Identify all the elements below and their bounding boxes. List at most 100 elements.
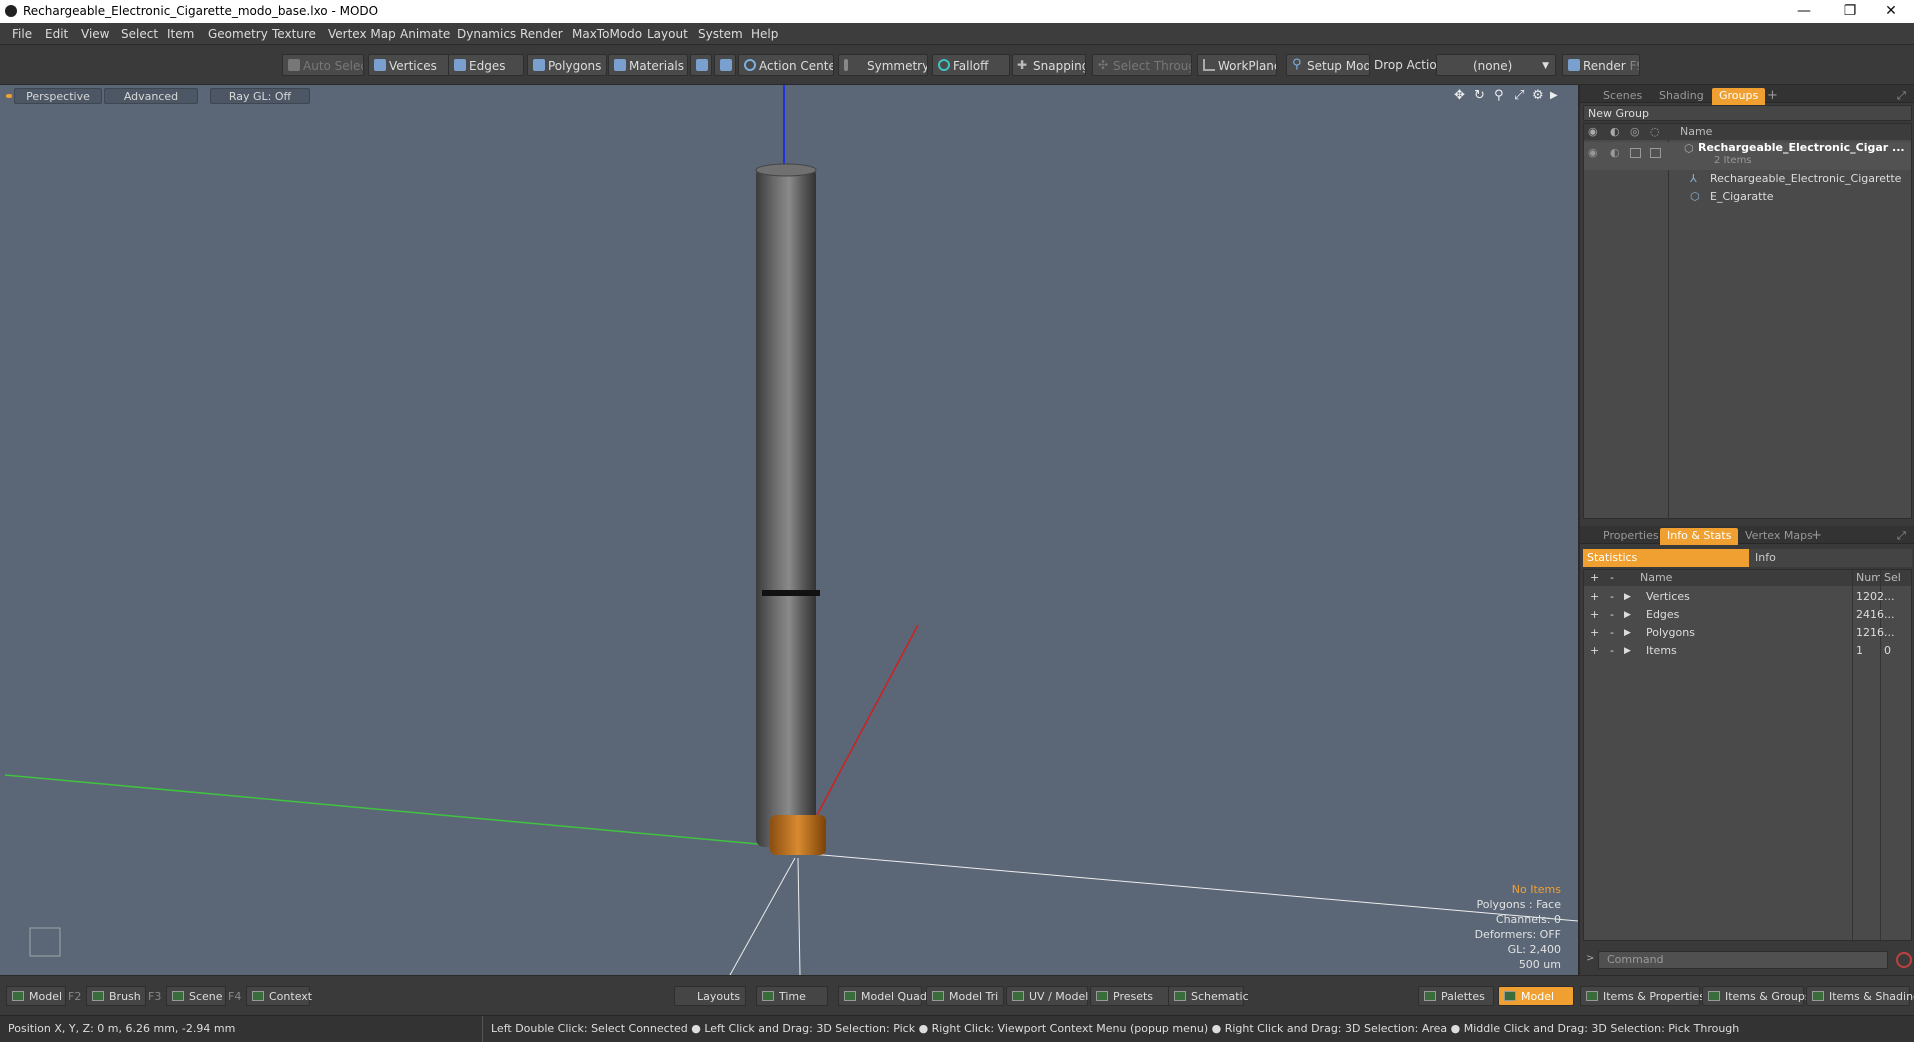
palettes-button[interactable]: Palettes [1418,986,1494,1006]
context-button[interactable]: Context [246,986,312,1006]
add-selection-icon[interactable]: + [1590,606,1599,624]
menu-layout[interactable]: Layout [647,27,688,41]
rotate-icon[interactable]: ↻ [1474,88,1485,103]
layouts-button[interactable]: Layouts [674,986,746,1006]
tree-item[interactable]: ⬡ E_Cigaratte [1584,188,1911,206]
menu-texture[interactable]: Texture [272,27,316,41]
tab-info-stats[interactable]: Info & Stats [1660,528,1739,545]
table-row[interactable]: + - ▶ Polygons 1216 ... [1584,624,1911,642]
expand-all-icon[interactable]: + [1590,570,1599,586]
3d-viewport[interactable]: Perspective Advanced Ray GL: Off ✥ ↻ ⚲ ⤢… [0,85,1578,975]
tab-shading[interactable]: Shading [1652,88,1711,105]
layout-items-groups-button[interactable]: Items & Groups [1702,986,1811,1006]
select-through-button[interactable]: ✣Select Through [1092,54,1192,76]
menu-render[interactable]: Render [520,27,563,41]
visibility-eye-icon[interactable]: ◉ [1588,144,1598,162]
select-mode-b-button[interactable] [714,54,736,76]
maximize-icon[interactable]: ⤢ [1514,88,1524,103]
expand-arrow-icon[interactable]: ▶ [1624,624,1631,642]
add-selection-icon[interactable]: + [1590,624,1599,642]
popout-icon[interactable]: ⤢ [1890,528,1913,545]
layout-uv-model-button[interactable]: UV / Model [1006,986,1088,1006]
raygl-toggle[interactable]: Ray GL: Off [210,88,310,104]
menu-item[interactable]: Item [167,27,194,41]
remove-selection-icon[interactable]: - [1610,624,1614,642]
falloff-button[interactable]: Falloff [932,54,1010,76]
add-tab-icon[interactable]: + [1760,88,1785,105]
close-button[interactable]: ✕ [1868,0,1914,23]
auto-select-button[interactable]: Auto Select [282,54,364,76]
remove-selection-icon[interactable]: - [1610,606,1614,624]
menu-vertex-map[interactable]: Vertex Map [328,27,396,41]
menu-file[interactable]: File [12,27,32,41]
action-center-button[interactable]: Action Center [738,54,834,76]
layout-items-properties-button[interactable]: Items & Properties [1580,986,1705,1006]
polygons-button[interactable]: Polygons [527,54,607,76]
setup-mode-button[interactable]: ⚲Setup Mode [1286,54,1370,76]
vertices-button[interactable]: Vertices [368,54,450,76]
tree-item[interactable]: ⅄ Rechargeable_Electronic_Cigarette [1584,170,1911,188]
viewport-menu-icon[interactable] [6,94,12,98]
group-row[interactable]: ◉ ◐ ⬡ Rechargeable_Electronic_Cigar ... … [1584,141,1911,170]
add-tab-icon[interactable]: + [1804,528,1829,545]
layout-model-active-button[interactable]: Model [1498,986,1574,1006]
menu-view[interactable]: View [81,27,109,41]
edges-button[interactable]: Edges [448,54,524,76]
lock-toggle-icon[interactable]: ◐ [1610,144,1620,162]
remove-selection-icon[interactable]: - [1610,588,1614,606]
snapping-button[interactable]: ✚ Snapping [1012,54,1086,76]
restore-button[interactable]: ❐ [1827,0,1873,23]
menu-animate[interactable]: Animate [400,27,450,41]
workplane-button[interactable]: WorkPlane [1197,54,1277,76]
view-style-dropdown[interactable]: Advanced [104,88,198,104]
zoom-icon[interactable]: ⚲ [1494,88,1504,103]
tab-properties[interactable]: Properties [1596,528,1666,545]
layout-model-quad-button[interactable]: Model Quad [838,986,927,1006]
popout-icon[interactable]: ⤢ [1890,88,1913,105]
gear-icon[interactable]: ⚙ [1532,88,1544,103]
layout-schematic-button[interactable]: Schematic [1168,986,1249,1006]
layout-model-tri-button[interactable]: Model Tri [926,986,1004,1006]
minimize-button[interactable]: — [1781,0,1827,23]
subtab-info[interactable]: Info [1755,549,1776,566]
render-button[interactable]: Render F9 [1562,54,1640,76]
scene-mode-button[interactable]: Scene [166,986,226,1006]
materials-button[interactable]: Materials [608,54,688,76]
remove-selection-icon[interactable]: - [1610,642,1614,660]
expand-arrow-icon[interactable]: ▶ [1624,588,1631,606]
layout-items-shading-button[interactable]: Items & Shading [1806,986,1914,1006]
menu-select[interactable]: Select [121,27,158,41]
expand-arrow-icon[interactable]: ▶ [1624,642,1631,660]
symmetry-button[interactable]: Symmetry [838,54,928,76]
table-row[interactable]: + - ▶ Edges 2416 ... [1584,606,1911,624]
record-macro-icon[interactable] [1896,952,1912,968]
model-mode-button[interactable]: Model [6,986,66,1006]
view-perspective-dropdown[interactable]: Perspective [14,88,102,104]
brush-mode-button[interactable]: Brush [86,986,146,1006]
add-selection-icon[interactable]: + [1590,588,1599,606]
drop-action-select[interactable]: (none) ▼ [1436,54,1556,76]
tab-groups[interactable]: Groups [1712,88,1766,105]
layout-presets-button[interactable]: Presets [1090,986,1170,1006]
table-row[interactable]: + - ▶ Items 1 0 [1584,642,1911,660]
subtab-statistics[interactable]: Statistics [1583,549,1749,567]
command-history-icon[interactable]: > [1586,953,1594,964]
expand-right-icon[interactable]: ▶ [1550,90,1558,101]
menu-help[interactable]: Help [751,27,778,41]
select-mode-a-button[interactable] [690,54,712,76]
menu-edit[interactable]: Edit [45,27,68,41]
menu-dynamics[interactable]: Dynamics [457,27,516,41]
render-checkbox[interactable] [1630,148,1641,158]
select-checkbox[interactable] [1650,148,1661,158]
expand-arrow-icon[interactable]: ▶ [1624,606,1631,624]
add-selection-icon[interactable]: + [1590,642,1599,660]
command-input[interactable]: Command [1598,951,1888,969]
menu-geometry[interactable]: Geometry [208,27,268,41]
layout-time-button[interactable]: Time [756,986,828,1006]
new-group-button[interactable]: New Group [1583,105,1912,121]
collapse-all-icon[interactable]: - [1610,570,1614,586]
menu-system[interactable]: System [698,27,743,41]
table-row[interactable]: + - ▶ Vertices 1202 ... [1584,588,1911,606]
menu-maxtomodo[interactable]: MaxToModo [572,27,642,41]
tab-scenes[interactable]: Scenes [1596,88,1649,105]
